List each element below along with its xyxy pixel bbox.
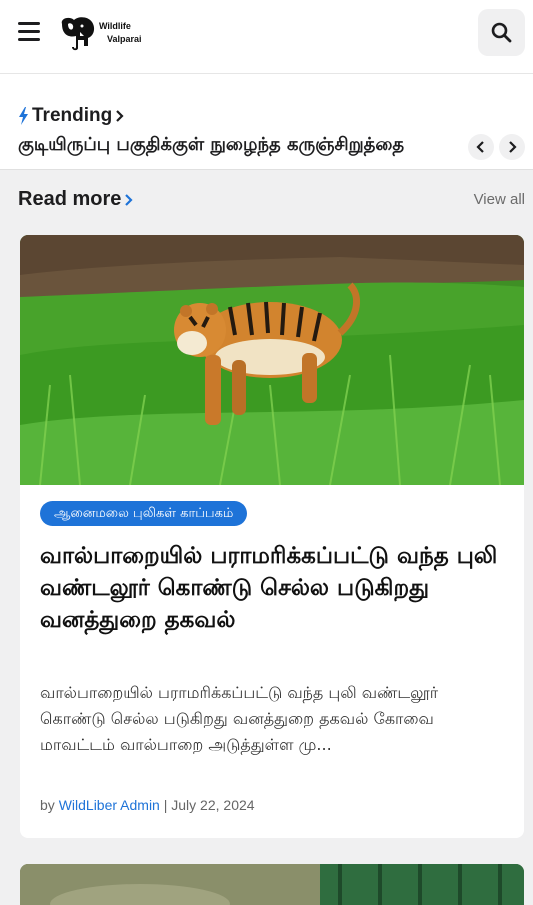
trending-bar: Trending குடியிருப்பு பகுதிக்குள் நுழைந்… xyxy=(0,74,533,170)
elephant-logo-icon xyxy=(61,17,95,51)
hamburger-menu-button[interactable] xyxy=(18,22,42,44)
chevron-right-icon xyxy=(116,110,124,122)
chevron-left-icon xyxy=(476,141,484,153)
search-icon xyxy=(491,22,512,43)
article-image-next xyxy=(20,864,524,905)
next-article-card[interactable] xyxy=(20,864,524,905)
menu-bar xyxy=(18,38,40,41)
view-all-link[interactable]: View all xyxy=(474,191,525,208)
read-more-link[interactable]: Read more xyxy=(18,188,133,211)
article-card: ஆனைமலை புலிகள் காப்பகம் வால்பாறையில் பரா… xyxy=(20,235,524,838)
category-badge[interactable]: ஆனைமலை புலிகள் காப்பகம் xyxy=(40,501,248,526)
chevron-right-icon xyxy=(509,141,517,153)
site-header: Wildlife Valparai xyxy=(0,0,533,74)
article-title[interactable]: வால்பாறையில் பராமரிக்கப்பட்டு வந்த புலி … xyxy=(40,540,500,636)
logo-text-line2: Valparai xyxy=(107,34,142,44)
menu-bar xyxy=(18,22,40,25)
trending-next-button[interactable] xyxy=(499,134,525,160)
byline-prefix: by xyxy=(40,797,55,813)
bolt-icon xyxy=(19,107,28,125)
article-meta: by WildLiber Admin | July 22, 2024 xyxy=(40,797,255,813)
author-link[interactable]: WildLiber Admin xyxy=(59,797,160,813)
chevron-right-icon xyxy=(125,193,133,206)
meta-separator: | xyxy=(163,797,168,813)
site-logo[interactable]: Wildlife Valparai xyxy=(58,14,158,54)
trending-link[interactable]: Trending xyxy=(18,104,124,128)
read-more-title: Read more xyxy=(18,188,122,210)
article-date: July 22, 2024 xyxy=(171,797,255,813)
article-excerpt: வால்பாறையில் பராமரிக்கப்பட்டு வந்த புலி … xyxy=(40,683,439,754)
trending-headline[interactable]: குடியிருப்பு பகுதிக்குள் நுழைந்த கருஞ்சி… xyxy=(18,134,443,157)
trending-title: Trending xyxy=(32,105,113,126)
menu-bar xyxy=(18,30,40,33)
article-image-tiger[interactable] xyxy=(20,235,524,485)
trending-prev-button[interactable] xyxy=(468,134,494,160)
search-button[interactable] xyxy=(478,9,525,56)
logo-text-line1: Wildlife xyxy=(99,21,131,31)
